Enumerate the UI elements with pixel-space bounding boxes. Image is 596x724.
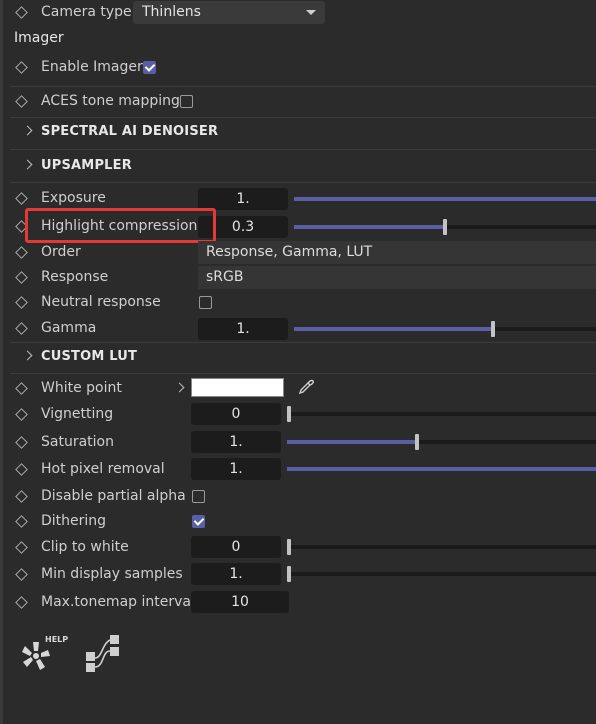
saturation-slider-fill — [287, 440, 417, 444]
separator — [10, 86, 596, 87]
response-dropdown[interactable]: sRGB — [198, 266, 596, 289]
keyframe-diamond-icon[interactable] — [15, 95, 28, 108]
max-tonemap-interval-field[interactable]: 10 — [191, 591, 289, 613]
clip-to-white-field[interactable]: 0 — [191, 536, 281, 558]
neutral-response-label: Neutral response — [41, 294, 161, 310]
exposure-field[interactable]: 1. — [198, 188, 288, 210]
group-custom-lut[interactable]: CUSTOM LUT — [41, 349, 137, 364]
disable-partial-alpha-checkbox[interactable] — [192, 490, 205, 503]
white-point-label: White point — [41, 380, 122, 396]
separator — [10, 149, 596, 150]
order-label: Order — [41, 244, 81, 260]
keyframe-diamond-icon[interactable] — [15, 463, 28, 476]
clip-to-white-slider-thumb[interactable] — [287, 539, 291, 555]
chevron-right-icon[interactable] — [22, 125, 33, 136]
highlight-compression-slider[interactable] — [294, 219, 596, 235]
saturation-label: Saturation — [41, 434, 114, 450]
help-badge: HELP — [45, 635, 68, 644]
clip-to-white-label: Clip to white — [41, 539, 129, 555]
min-display-samples-slider-thumb[interactable] — [287, 566, 291, 582]
keyframe-diamond-icon[interactable] — [15, 408, 28, 421]
vignetting-field[interactable]: 0 — [191, 403, 281, 425]
keyframe-diamond-icon[interactable] — [15, 61, 28, 74]
node-graph-icon[interactable] — [82, 632, 126, 674]
separator — [10, 182, 596, 183]
chevron-right-icon[interactable] — [22, 350, 33, 361]
saturation-slider-thumb[interactable] — [414, 434, 419, 450]
keyframe-diamond-icon[interactable] — [15, 436, 28, 449]
panel-left-edge — [0, 0, 3, 724]
gamma-field[interactable]: 1. — [198, 318, 288, 340]
exposure-slider-fill — [294, 197, 596, 201]
min-display-samples-slider[interactable] — [287, 566, 596, 582]
min-display-samples-label: Min display samples — [41, 566, 183, 582]
vignetting-label: Vignetting — [41, 406, 114, 422]
gamma-slider[interactable] — [294, 321, 596, 337]
separator — [10, 373, 596, 374]
exposure-label: Exposure — [41, 190, 106, 206]
keyframe-diamond-icon[interactable] — [15, 192, 28, 205]
keyframe-diamond-icon[interactable] — [15, 382, 28, 395]
enable-imager-label: Enable Imager — [41, 59, 143, 75]
gamma-label: Gamma — [41, 320, 97, 336]
white-point-color-swatch[interactable] — [191, 378, 284, 397]
eyedropper-icon[interactable] — [297, 378, 315, 396]
camera-type-dropdown[interactable]: Thinlens — [133, 1, 325, 24]
enable-imager-checkbox[interactable] — [143, 61, 156, 74]
separator — [10, 342, 596, 343]
aces-label: ACES tone mapping — [41, 93, 180, 109]
chevron-down-icon — [306, 10, 316, 15]
hot-pixel-removal-slider-fill — [287, 467, 596, 471]
chevron-right-icon[interactable] — [22, 159, 33, 170]
dithering-checkbox[interactable] — [192, 515, 205, 528]
hot-pixel-removal-label: Hot pixel removal — [41, 461, 165, 477]
gamma-slider-thumb[interactable] — [491, 321, 496, 337]
keyframe-diamond-icon[interactable] — [15, 322, 28, 335]
dithering-label: Dithering — [41, 513, 107, 529]
highlight-annotation-box — [25, 208, 216, 243]
keyframe-diamond-icon[interactable] — [15, 541, 28, 554]
keyframe-diamond-icon[interactable] — [15, 490, 28, 503]
highlight-compression-slider-fill — [294, 225, 445, 229]
aces-checkbox[interactable] — [180, 95, 193, 108]
saturation-field[interactable]: 1. — [191, 431, 281, 453]
response-value: sRGB — [206, 269, 244, 285]
camera-type-label: Camera type — [41, 4, 132, 20]
keyframe-diamond-icon[interactable] — [15, 596, 28, 609]
order-value: Response, Gamma, LUT — [206, 244, 373, 260]
chevron-right-icon[interactable] — [174, 382, 185, 393]
vignetting-slider-thumb[interactable] — [287, 406, 291, 422]
exposure-slider[interactable] — [294, 197, 596, 201]
keyframe-diamond-icon[interactable] — [15, 246, 28, 259]
clip-to-white-slider[interactable] — [287, 539, 596, 555]
max-tonemap-interval-label: Max.tonemap interval — [41, 594, 195, 610]
keyframe-diamond-icon[interactable] — [15, 515, 28, 528]
vignetting-slider[interactable] — [287, 406, 596, 422]
highlight-compression-slider-thumb[interactable] — [443, 219, 447, 235]
saturation-slider[interactable] — [287, 434, 596, 450]
order-dropdown[interactable]: Response, Gamma, LUT — [198, 241, 596, 264]
disable-partial-alpha-label: Disable partial alpha — [41, 488, 186, 504]
separator — [10, 117, 596, 118]
neutral-response-checkbox[interactable] — [199, 296, 212, 309]
keyframe-diamond-icon[interactable] — [15, 271, 28, 284]
hot-pixel-removal-field[interactable]: 1. — [191, 458, 281, 480]
gamma-slider-fill — [294, 327, 494, 331]
octane-help-icon[interactable]: HELP — [16, 632, 72, 678]
camera-type-value: Thinlens — [142, 4, 201, 20]
section-title-imager: Imager — [14, 30, 64, 46]
keyframe-diamond-icon[interactable] — [15, 6, 28, 19]
min-display-samples-field[interactable]: 1. — [191, 563, 281, 585]
hot-pixel-removal-slider[interactable] — [287, 467, 596, 471]
group-upsampler[interactable]: UPSAMPLER — [41, 158, 132, 173]
keyframe-diamond-icon[interactable] — [15, 296, 28, 309]
group-spectral-ai-denoiser[interactable]: SPECTRAL AI DENOISER — [41, 124, 218, 139]
keyframe-diamond-icon[interactable] — [15, 568, 28, 581]
response-label: Response — [41, 269, 109, 285]
